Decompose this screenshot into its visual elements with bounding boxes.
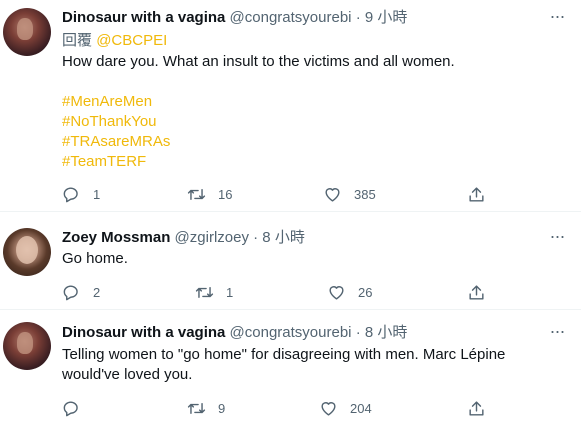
- retweet-arrows-icon: [187, 188, 206, 200]
- speech-bubble-icon: [63, 400, 78, 416]
- more-dots-icon[interactable]: ···: [547, 227, 567, 250]
- author-name[interactable]: Zoey Mossman: [62, 229, 170, 246]
- share-button[interactable]: [467, 282, 498, 302]
- reply-count: 1: [93, 186, 101, 202]
- like-count: 385: [354, 186, 376, 202]
- hashtag[interactable]: #TeamTERF: [62, 152, 170, 172]
- share-upload-icon: [469, 400, 484, 416]
- like-button[interactable]: 385: [323, 184, 376, 204]
- tweet-2[interactable]: Zoey Mossman @zgirlzoey · 8 小時 ··· Go ho…: [0, 212, 581, 310]
- heart-icon: [329, 285, 344, 300]
- retweet-button[interactable]: 16: [187, 184, 232, 204]
- retweet-button[interactable]: 1: [195, 282, 233, 302]
- retweet-button[interactable]: 9: [187, 398, 225, 418]
- hashtag[interactable]: #MenAreMen: [62, 92, 170, 112]
- speech-bubble-icon: [63, 186, 78, 202]
- tweet-text: Go home.: [62, 250, 128, 267]
- share-button[interactable]: [467, 184, 498, 204]
- retweet-count: 16: [218, 186, 233, 202]
- tweet-text: Telling women to "go home" for disagreei…: [62, 345, 562, 385]
- avatar[interactable]: [3, 322, 51, 370]
- hashtag[interactable]: #TRAsareMRAs: [62, 132, 170, 152]
- more-dots-icon[interactable]: ···: [547, 322, 567, 345]
- tweet-header: Dinosaur with a vagina @congratsyourebi …: [62, 323, 407, 343]
- reply-label: 回覆: [62, 32, 93, 49]
- share-upload-icon: [469, 186, 484, 202]
- reply-button[interactable]: [62, 398, 93, 418]
- share-upload-icon: [469, 284, 484, 300]
- author-handle[interactable]: @congratsyourebi: [230, 9, 352, 26]
- tweet-text: How dare you. What an insult to the vict…: [62, 53, 455, 70]
- hashtag[interactable]: #NoThankYou: [62, 112, 170, 132]
- tweet-3[interactable]: Dinosaur with a vagina @congratsyourebi …: [0, 310, 581, 429]
- more-dots-icon[interactable]: ···: [547, 7, 567, 30]
- like-count: 204: [350, 400, 372, 416]
- heart-icon: [325, 187, 340, 202]
- like-button[interactable]: 204: [319, 398, 372, 418]
- share-button[interactable]: [467, 398, 498, 418]
- reply-context: 回覆 @CBCPEI: [62, 31, 167, 51]
- author-handle[interactable]: @congratsyourebi: [230, 324, 352, 341]
- like-count: 26: [358, 284, 373, 300]
- reply-button[interactable]: 1: [62, 184, 100, 204]
- reply-button[interactable]: 2: [62, 282, 100, 302]
- speech-bubble-icon: [63, 284, 78, 300]
- tweet-header: Zoey Mossman @zgirlzoey · 8 小時: [62, 228, 305, 248]
- action-bar: 2 1 26: [62, 282, 502, 302]
- author-name[interactable]: Dinosaur with a vagina: [62, 324, 225, 341]
- retweet-arrows-icon: [187, 402, 206, 414]
- author-name[interactable]: Dinosaur with a vagina: [62, 9, 225, 26]
- avatar[interactable]: [3, 8, 51, 56]
- tweet-text-line: would've loved you.: [62, 366, 193, 383]
- avatar[interactable]: [3, 228, 51, 276]
- timestamp[interactable]: · 9 小時: [356, 9, 408, 26]
- like-button[interactable]: 26: [327, 282, 372, 302]
- author-handle[interactable]: @zgirlzoey: [175, 229, 249, 246]
- action-bar: 1 16 385: [62, 184, 502, 204]
- hashtag-list: #MenAreMen #NoThankYou #TRAsareMRAs #Tea…: [62, 92, 170, 172]
- tweet-header: Dinosaur with a vagina @congratsyourebi …: [62, 8, 407, 28]
- retweet-arrows-icon: [195, 286, 214, 298]
- reply-count: 2: [93, 284, 101, 300]
- tweet-1[interactable]: Dinosaur with a vagina @congratsyourebi …: [0, 0, 581, 212]
- retweet-count: 1: [226, 284, 234, 300]
- action-bar: 9 204: [62, 398, 502, 418]
- retweet-count: 9: [218, 400, 226, 416]
- heart-icon: [321, 401, 336, 416]
- reply-to-handle[interactable]: @CBCPEI: [96, 32, 167, 49]
- timestamp[interactable]: · 8 小時: [253, 229, 305, 246]
- timestamp[interactable]: · 8 小時: [356, 324, 408, 341]
- tweet-text-line: Telling women to "go home" for disagreei…: [62, 346, 506, 363]
